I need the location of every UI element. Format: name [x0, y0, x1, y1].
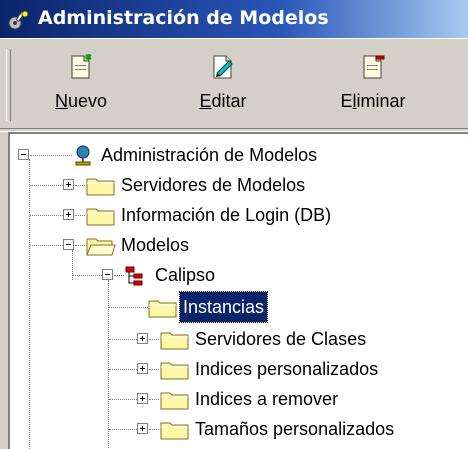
tree-item-informacion-de-login[interactable]: Información de Login (DB)	[10, 200, 466, 230]
folder-icon	[86, 178, 115, 196]
collapse-toggle[interactable]	[18, 149, 29, 160]
open-folder-icon	[86, 238, 116, 256]
tree-root-label: Administración de Modelos	[101, 145, 318, 165]
expand-toggle[interactable]	[63, 209, 74, 220]
folder-icon	[86, 208, 115, 226]
expand-toggle[interactable]	[137, 363, 148, 374]
title-bar: Administración de Modelos	[0, 0, 468, 38]
toolbar-grip[interactable]	[6, 49, 11, 121]
window-title: Administración de Modelos	[38, 7, 329, 29]
folder-icon	[160, 362, 189, 380]
tree-item-indices-personalizados[interactable]: Indices personalizados	[10, 354, 466, 384]
folder-icon	[160, 422, 189, 440]
toolbar: Nuevo Editar Eliminar	[0, 38, 468, 130]
tree-root[interactable]: Administración de Modelos	[10, 140, 466, 170]
tree-item-calipso[interactable]: Calipso	[10, 260, 466, 290]
folder-icon	[160, 392, 189, 410]
tree-item-tamanos-personalizados[interactable]: Tamaños personalizados	[10, 414, 466, 444]
tools-icon	[8, 10, 29, 30]
delete-button[interactable]: Eliminar	[318, 51, 428, 121]
folder-icon	[160, 332, 189, 350]
collapse-toggle[interactable]	[63, 239, 74, 250]
folder-icon	[148, 300, 177, 318]
expand-toggle[interactable]	[137, 423, 148, 434]
network-globe-icon	[75, 145, 91, 166]
expand-toggle[interactable]	[63, 179, 74, 190]
model-hierarchy-icon	[125, 266, 143, 286]
collapse-toggle[interactable]	[102, 269, 113, 280]
tree-item-servidores-de-clases[interactable]: Servidores de Clases	[10, 324, 466, 354]
tree-view[interactable]: Administración de Modelos Servidores de …	[8, 132, 468, 449]
tree-item-servidores-de-modelos[interactable]: Servidores de Modelos	[10, 170, 466, 200]
edit-button[interactable]: Editar	[168, 51, 278, 121]
new-button[interactable]: Nuevo	[26, 51, 136, 121]
edit-document-icon	[213, 55, 233, 79]
tree-item-instancias[interactable]: Instancias	[10, 291, 466, 323]
tree-item-modelos[interactable]: Modelos	[10, 230, 466, 260]
expand-toggle[interactable]	[137, 393, 148, 404]
expand-toggle[interactable]	[137, 333, 148, 344]
new-document-icon	[71, 54, 92, 79]
tree-item-indices-a-remover[interactable]: Indices a remover	[10, 384, 466, 414]
delete-document-icon	[363, 55, 385, 79]
